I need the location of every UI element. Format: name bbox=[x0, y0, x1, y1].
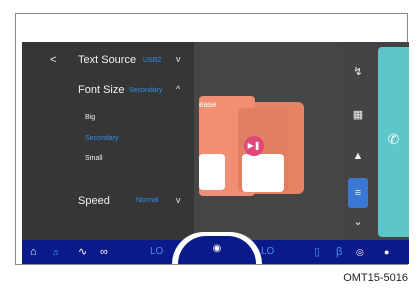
text-source-chevron-icon[interactable]: v bbox=[176, 54, 181, 64]
usb-icon[interactable]: ↯ bbox=[348, 62, 368, 82]
phone-icon[interactable]: ✆ bbox=[378, 131, 409, 148]
left-temperature[interactable]: LO bbox=[150, 240, 163, 264]
font-size-option-big[interactable]: Big bbox=[85, 114, 95, 121]
font-size-label[interactable]: Font Size bbox=[78, 84, 124, 96]
settings-menu: < Text Source USB2 v Font Size Secondary… bbox=[22, 42, 194, 240]
mute-icon: ◎ bbox=[356, 247, 364, 257]
speed-label[interactable]: Speed bbox=[78, 195, 110, 207]
speed-chevron-icon[interactable]: v bbox=[176, 195, 181, 205]
phone-battery-icon: ▯ bbox=[314, 246, 321, 258]
fan-icon[interactable]: ∿ bbox=[78, 240, 87, 264]
picture-icon[interactable]: ▲ bbox=[348, 146, 368, 166]
font-size-chevron-icon[interactable]: ^ bbox=[176, 84, 180, 94]
speed-value: Normal bbox=[136, 197, 159, 204]
back-button[interactable]: < bbox=[50, 54, 56, 66]
album-label-left bbox=[199, 154, 225, 190]
card-text: ease bbox=[199, 100, 217, 109]
home-icon[interactable]: ⌂ bbox=[30, 240, 37, 264]
media-content: ease ▶❚ bbox=[194, 42, 338, 240]
bluetooth-icon: β bbox=[336, 246, 343, 258]
text-source-value: USB2 bbox=[143, 57, 162, 64]
text-list-icon[interactable]: ≡ bbox=[348, 178, 368, 208]
right-temperature[interactable]: LO bbox=[261, 240, 274, 264]
status-bar: ⌂ ♬ ∿ ∞ LO ◉ LO ▯ β ◎ ● bbox=[22, 232, 409, 264]
infotainment-screen: < Text Source USB2 v Font Size Secondary… bbox=[22, 42, 409, 264]
font-size-option-small[interactable]: Small bbox=[85, 155, 103, 162]
album-label-right bbox=[242, 154, 284, 192]
font-size-value: Secondary bbox=[129, 87, 163, 94]
recirculation-icon[interactable]: ∞ bbox=[100, 240, 108, 264]
volume-icon: ● bbox=[384, 247, 390, 257]
climate-car-icon[interactable]: ◉ bbox=[178, 236, 256, 264]
source-icon-column: ↯ ▦ ▲ ≡ ⌄ bbox=[338, 42, 378, 240]
chevron-down-icon[interactable]: ⌄ bbox=[348, 212, 368, 232]
text-source-label[interactable]: Text Source bbox=[78, 54, 136, 66]
figure-caption: OMT15-5016 bbox=[343, 272, 408, 284]
phone-panel[interactable]: ✆ bbox=[378, 47, 409, 237]
play-pause-icon[interactable]: ▶❚ bbox=[244, 136, 264, 156]
video-icon[interactable]: ▦ bbox=[348, 105, 368, 125]
font-size-option-secondary[interactable]: Secondary bbox=[85, 135, 118, 142]
seat-heat-icon[interactable]: ♬ bbox=[52, 240, 61, 264]
